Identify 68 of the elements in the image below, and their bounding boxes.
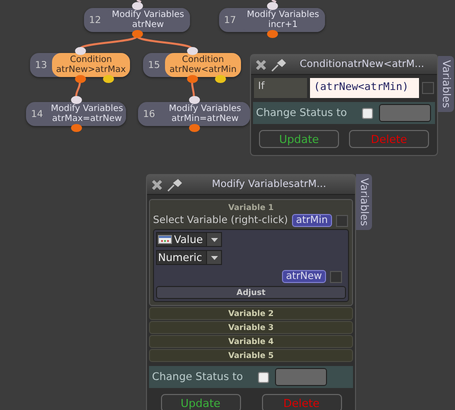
expression-field[interactable]: (atrNew<atrMin) (310, 78, 419, 98)
node-label: Condition atrNew>atrMax (52, 53, 130, 77)
connector-line (136, 35, 193, 50)
status-field[interactable] (275, 368, 327, 386)
input-port[interactable] (75, 47, 86, 55)
checkbox[interactable] (330, 270, 342, 282)
node-label: Condition atrNew<atrMin (165, 53, 241, 77)
section-header[interactable]: Variable 1 (153, 201, 349, 213)
input-port[interactable] (71, 96, 82, 104)
input-port[interactable] (189, 96, 200, 104)
checkbox[interactable] (422, 82, 434, 94)
output-port[interactable] (267, 30, 278, 38)
output-port[interactable] (75, 75, 86, 83)
status-label: Change Status to (256, 107, 348, 119)
pin-icon[interactable] (167, 178, 183, 192)
connector-line (272, 0, 276, 3)
input-port[interactable] (187, 47, 198, 55)
checkbox[interactable] (336, 214, 348, 226)
connector-line (79, 35, 138, 50)
select-label: Select Variable (right-click) (153, 215, 288, 226)
variable-chip[interactable]: atrMin (292, 214, 332, 227)
checkbox[interactable] (258, 372, 269, 382)
close-icon[interactable] (255, 58, 267, 70)
output-port[interactable] (71, 124, 82, 132)
update-button[interactable]: Update (160, 394, 240, 410)
value-icon (158, 235, 172, 244)
section-header[interactable]: Variable 4 (149, 335, 353, 348)
if-label: If (254, 78, 307, 98)
node-number: 12 (88, 14, 102, 26)
type-dropdown[interactable]: Value (156, 232, 222, 247)
node-number: 15 (146, 60, 162, 70)
input-port[interactable] (132, 2, 143, 10)
value-chip[interactable]: atrNew (282, 270, 326, 283)
connector-line (136, 0, 142, 3)
update-button[interactable]: Update (259, 130, 339, 148)
flow-node[interactable]: 13 Condition atrNew>atrMax (30, 53, 130, 77)
section-header[interactable]: Variable 5 (149, 349, 353, 362)
section-header[interactable]: Variable 3 (149, 321, 353, 334)
panel-title: ConditionatrNew<atrM... (298, 59, 426, 70)
format-dropdown[interactable]: Numeric (156, 250, 222, 265)
flow-node[interactable]: 17 Modify Variables incr+1 (219, 8, 325, 32)
section-header[interactable]: Variable 2 (149, 307, 353, 320)
connector-line (191, 80, 195, 98)
panel-title: Modify VariablesatrM... (210, 179, 328, 190)
caret-icon (210, 256, 218, 260)
close-icon[interactable] (151, 178, 163, 190)
else-port[interactable] (214, 75, 226, 83)
node-number: 14 (30, 108, 44, 120)
output-port[interactable] (189, 124, 200, 132)
side-tab[interactable]: Variables (438, 56, 454, 112)
node-number: 16 (142, 108, 156, 120)
connector-line (75, 80, 81, 98)
flow-node[interactable]: 12 Modify Variables atrNew (84, 8, 190, 32)
caret-icon (210, 238, 218, 242)
status-field[interactable] (379, 104, 431, 122)
node-number: 13 (34, 60, 48, 70)
output-port[interactable] (187, 75, 198, 83)
status-label: Change Status to (152, 371, 244, 383)
output-port[interactable] (132, 30, 143, 38)
flow-node[interactable]: 16 Modify Variables atrMin=atrNew (138, 102, 250, 126)
checkbox[interactable] (362, 108, 373, 118)
else-port[interactable] (103, 75, 114, 83)
pin-icon[interactable] (271, 58, 287, 72)
side-tab[interactable]: Variables (356, 174, 372, 230)
flow-node[interactable]: 15 Condition atrNew<atrMin (143, 53, 241, 77)
node-number: 17 (222, 14, 238, 26)
input-port[interactable] (267, 2, 278, 10)
adjust-button[interactable]: Adjust (156, 286, 346, 299)
